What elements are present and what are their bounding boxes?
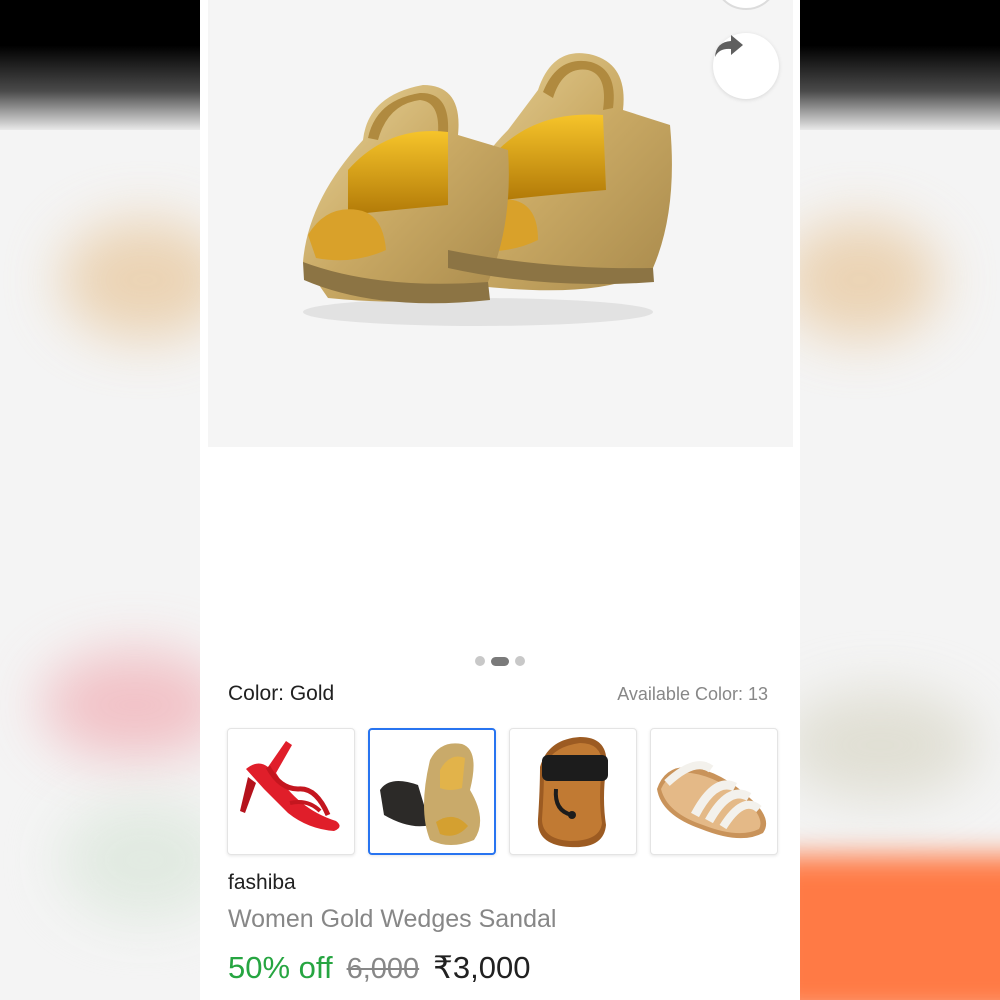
page-dot[interactable] (475, 656, 485, 666)
price-row: 50% off 6,000 ₹3,000 (228, 950, 530, 986)
share-button[interactable] (713, 33, 779, 99)
color-option-black-brown-kolhapuri[interactable] (509, 728, 637, 855)
page-dot-active[interactable] (491, 656, 509, 666)
blurred-backdrop-right (800, 0, 1000, 1000)
product-image-gallery[interactable] (208, 0, 793, 447)
color-swatch-list (227, 728, 778, 855)
product-title: Women Gold Wedges Sandal (228, 905, 557, 933)
gold-wedge-sandal-image (303, 53, 672, 326)
selected-color-label: Color: Gold (228, 682, 335, 705)
product-page: Color: Gold Available Color: 13 fashiba … (201, 0, 799, 1000)
available-colors-count: Available Color: 13 (617, 684, 768, 704)
color-option-white-flat-sandal[interactable] (650, 728, 778, 855)
product-brand[interactable]: fashiba (228, 871, 296, 895)
color-option-red-strappy-heel[interactable] (227, 728, 355, 855)
original-price: 6,000 (346, 953, 420, 985)
color-option-gold-wedge-sandal[interactable] (368, 728, 496, 855)
blurred-backdrop-left (0, 0, 200, 1000)
page-dot[interactable] (515, 656, 525, 666)
gallery-page-indicator (475, 656, 525, 666)
selling-price: ₹3,000 (433, 950, 531, 985)
discount-percentage: 50% off (228, 950, 333, 985)
